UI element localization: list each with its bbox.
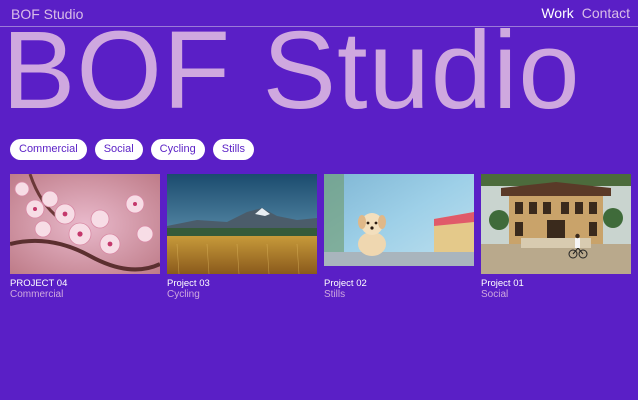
filter-stills-button[interactable]: Stills: [212, 139, 254, 160]
filter-commercial-button[interactable]: Commercial: [10, 139, 87, 160]
project-card-01[interactable]: Project 01 Social: [481, 174, 631, 301]
project-title: PROJECT 04: [10, 278, 68, 289]
filter-bar: Commercial Social Cycling Stills: [10, 139, 254, 160]
colonial-building-cyclist-photo[interactable]: [481, 174, 631, 274]
project-category: Commercial: [10, 289, 64, 300]
project-grid: PROJECT 04 Commercial Project 03 Cycling…: [10, 174, 631, 301]
cherry-blossom-photo[interactable]: [10, 174, 160, 274]
puppy-photo[interactable]: [324, 174, 474, 274]
filter-cycling-button[interactable]: Cycling: [150, 139, 205, 160]
hero-title: BOF Studio: [2, 9, 581, 132]
mountain-wheat-field-photo[interactable]: [167, 174, 317, 274]
project-card-04[interactable]: PROJECT 04 Commercial: [10, 174, 160, 301]
project-title: Project 01: [481, 278, 524, 289]
project-category: Social: [481, 289, 509, 300]
filter-social-button[interactable]: Social: [94, 139, 143, 160]
project-card-03[interactable]: Project 03 Cycling: [167, 174, 317, 301]
project-card-02[interactable]: Project 02 Stills: [324, 174, 474, 301]
project-category: Cycling: [167, 289, 200, 300]
project-title: Project 02: [324, 278, 367, 289]
project-title: Project 03: [167, 278, 210, 289]
project-category: Stills: [324, 289, 346, 300]
nav-link-contact[interactable]: Contact: [582, 5, 630, 21]
